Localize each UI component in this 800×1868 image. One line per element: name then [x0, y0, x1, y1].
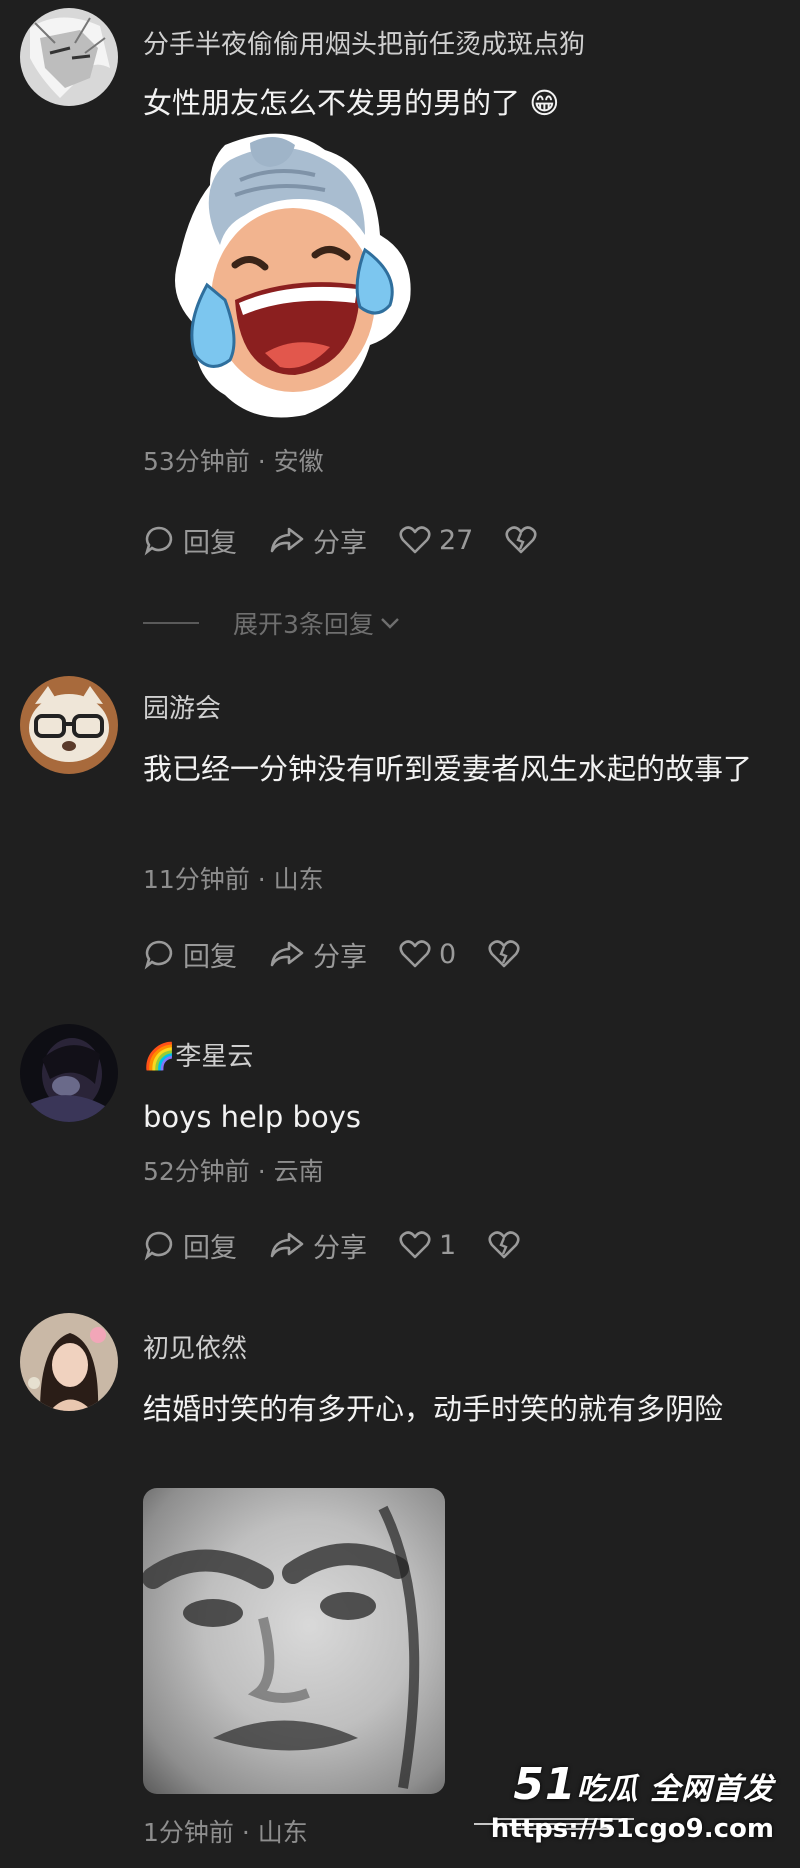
comment-text: 结婚时笑的有多开心，动手时笑的就有多阴险	[143, 1392, 724, 1426]
watermark-brand-num: 51	[513, 1759, 577, 1810]
broken-heart-icon	[488, 1231, 520, 1259]
like-button[interactable]: 0	[399, 939, 456, 970]
reply-label: 回复	[183, 941, 237, 973]
heart-icon	[399, 1231, 431, 1259]
reply-icon	[144, 1231, 173, 1261]
expand-replies-button[interactable]: 展开3条回复	[143, 605, 402, 641]
share-button[interactable]: 分享	[269, 521, 367, 560]
dislike-button[interactable]	[488, 939, 528, 969]
comment-text: 我已经一分钟没有听到爱妻者风生水起的故事了	[143, 752, 753, 786]
reply-button[interactable]: 回复	[143, 1226, 237, 1265]
heart-icon	[399, 526, 431, 554]
share-icon	[270, 527, 304, 553]
watermark: 51吃瓜 全网首发 https://51cgo9.com	[474, 1759, 774, 1844]
reply-icon	[144, 526, 173, 556]
dislike-button[interactable]	[488, 1230, 528, 1260]
rainbow-emoji: 🌈	[143, 1042, 176, 1072]
avatar[interactable]	[20, 676, 118, 774]
reply-label: 回复	[183, 1232, 237, 1264]
chevron-down-icon	[381, 618, 399, 629]
share-label: 分享	[313, 941, 367, 973]
broken-heart-icon	[488, 940, 520, 968]
comment-actions: 回复 分享 27	[143, 518, 577, 562]
share-label: 分享	[313, 527, 367, 559]
watermark-lines	[474, 1818, 634, 1830]
like-count: 27	[439, 524, 474, 556]
reply-button[interactable]: 回复	[143, 521, 237, 560]
like-button[interactable]: 27	[399, 525, 473, 556]
watermark-brand: 51吃瓜 全网首发	[491, 1759, 774, 1810]
avatar[interactable]	[20, 1024, 118, 1122]
share-icon	[270, 1232, 304, 1258]
heart-icon	[399, 940, 431, 968]
grin-emoji: 😁	[529, 86, 560, 120]
share-button[interactable]: 分享	[269, 935, 367, 974]
like-count: 0	[439, 938, 457, 970]
comment-meta: 1分钟前 · 山东	[143, 1818, 308, 1847]
broken-heart-icon	[505, 526, 537, 554]
reply-button[interactable]: 回复	[143, 935, 237, 974]
share-label: 分享	[313, 1232, 367, 1264]
avatar[interactable]	[20, 1313, 118, 1411]
avatar[interactable]	[20, 8, 118, 106]
dislike-button[interactable]	[505, 525, 545, 555]
comment-actions: 回复 分享 1	[143, 1223, 560, 1267]
username[interactable]: 分手半夜偷偷用烟头把前任烫成斑点狗	[143, 24, 585, 61]
share-button[interactable]: 分享	[269, 1226, 367, 1265]
username[interactable]: 初见依然	[143, 1328, 247, 1365]
comment-meta: 52分钟前 · 云南	[143, 1157, 324, 1186]
comment-meta: 53分钟前 · 安徽	[143, 447, 324, 476]
like-button[interactable]: 1	[399, 1230, 456, 1261]
angry-face-meme[interactable]	[143, 1488, 445, 1794]
comment-text-body: 女性朋友怎么不发男的男的了	[143, 86, 521, 120]
like-count: 1	[439, 1229, 457, 1261]
expand-replies-label: 展开3条回复	[233, 610, 374, 639]
username[interactable]: 园游会	[143, 688, 221, 725]
reply-icon	[144, 940, 173, 970]
username-text: 李星云	[175, 1042, 254, 1072]
username[interactable]: 🌈李星云	[143, 1036, 253, 1073]
comment-text: 女性朋友怎么不发男的男的了 😁	[143, 74, 773, 132]
crying-laughing-sticker[interactable]	[165, 125, 425, 430]
comment-meta: 11分钟前 · 山东	[143, 865, 324, 894]
share-icon	[270, 941, 304, 967]
watermark-brand-text: 吃瓜 全网首发	[576, 1772, 774, 1807]
reply-label: 回复	[183, 527, 237, 559]
divider-line	[143, 622, 199, 624]
comment-actions: 回复 分享 0	[143, 932, 560, 976]
comment-text: boys help boys	[143, 1100, 361, 1134]
